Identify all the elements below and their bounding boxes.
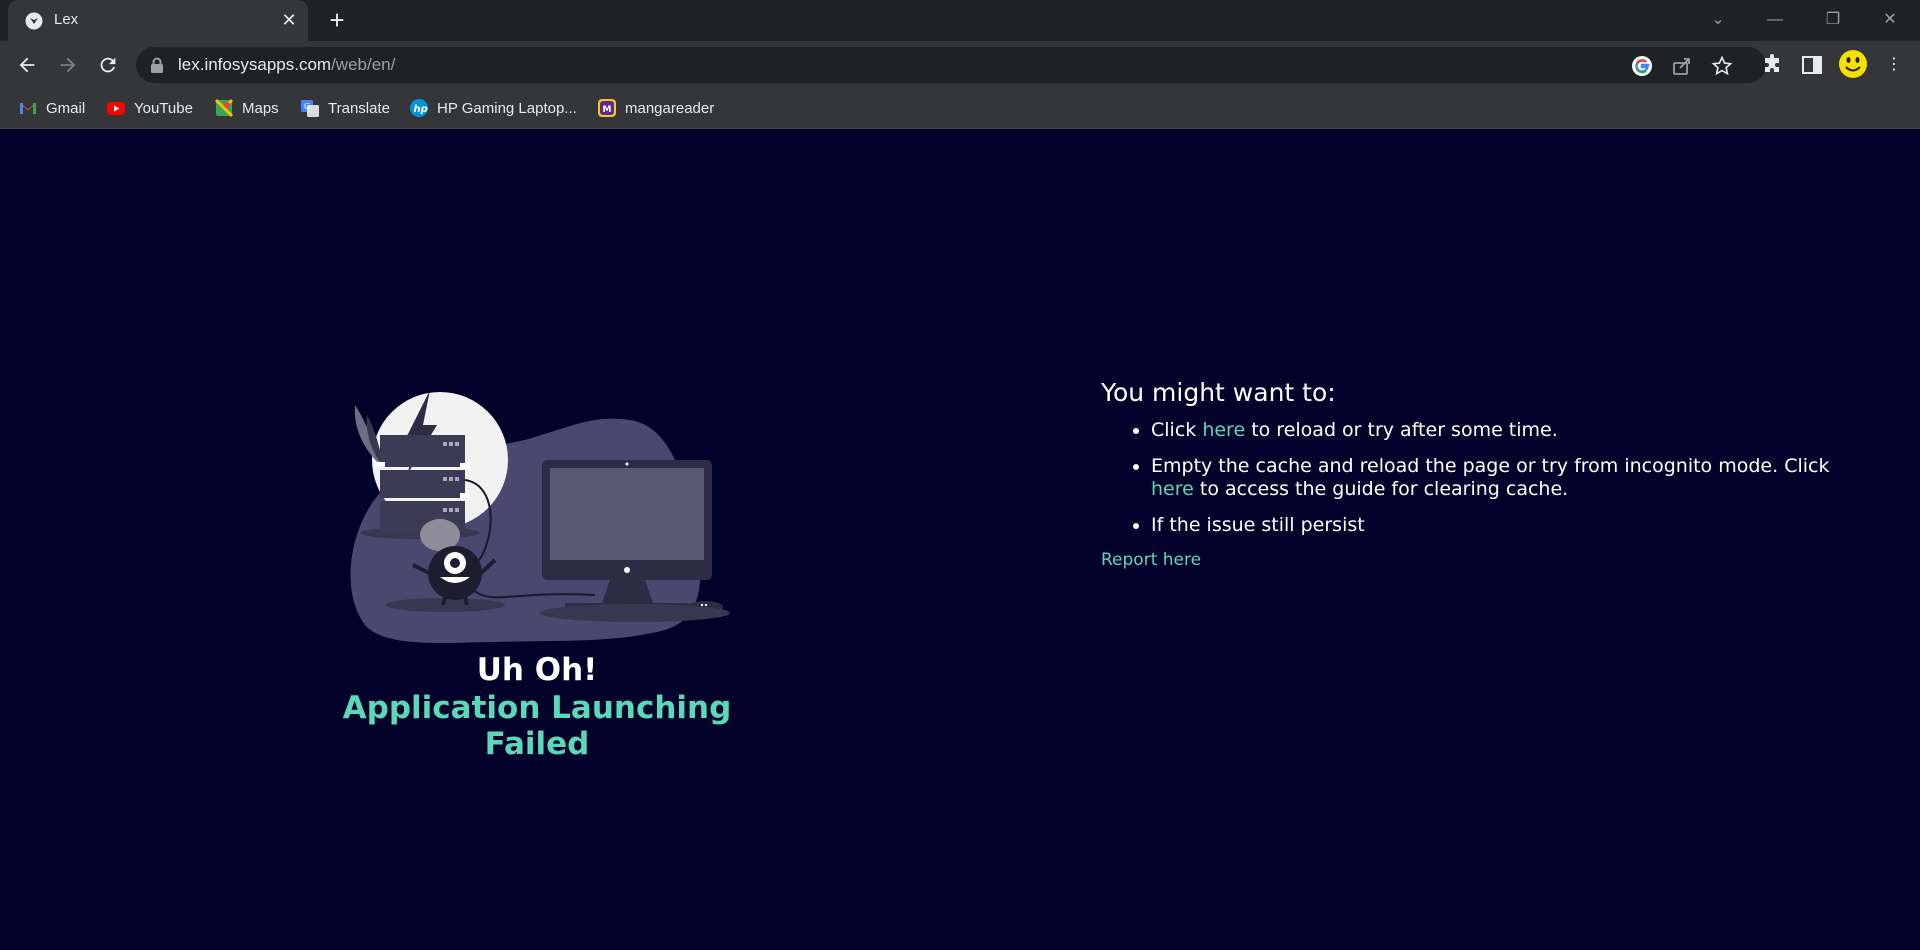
share-icon[interactable]	[1671, 55, 1693, 77]
youtube-icon	[107, 102, 125, 115]
browser-toolbar: lex.infosysapps.com/web/en/ ⋮	[0, 41, 1920, 88]
url-text[interactable]: lex.infosysapps.com/web/en/	[178, 55, 395, 75]
advice-item-cache: Empty the cache and reload the page or t…	[1151, 455, 1861, 501]
advice-item-reload: Click here to reload or try after some t…	[1151, 419, 1861, 442]
advice-heading: You might want to:	[1101, 378, 1336, 407]
maps-icon	[214, 98, 234, 118]
server-error-illustration	[350, 390, 730, 643]
browser-menu-icon[interactable]: ⋮	[1880, 51, 1908, 79]
error-subtitle: Application Launching Failed	[342, 690, 732, 762]
bookmark-label: YouTube	[134, 99, 193, 117]
hp-icon: hp	[410, 99, 428, 117]
bookmark-label: Maps	[242, 99, 279, 117]
bookmark-label: Gmail	[46, 99, 86, 117]
advice-text: Empty the cache and reload the page or t…	[1151, 455, 1830, 477]
lock-icon	[151, 57, 163, 73]
tab-strip: Lex ✕ + ⌄ — ❐ ✕	[0, 0, 1920, 41]
tab-search-chevron-icon[interactable]: ⌄	[1706, 8, 1730, 32]
profile-avatar-icon[interactable]	[1838, 49, 1868, 79]
minimize-icon[interactable]: —	[1763, 8, 1787, 32]
bookmark-label: Translate	[328, 99, 390, 117]
google-icon[interactable]	[1631, 55, 1653, 77]
advice-list: Click here to reload or try after some t…	[1101, 419, 1861, 537]
svg-text:M: M	[603, 105, 612, 115]
translate-icon: G	[301, 100, 319, 117]
browser-tab[interactable]: Lex ✕	[8, 0, 308, 41]
reload-link[interactable]: here	[1202, 419, 1245, 441]
reload-icon[interactable]	[94, 51, 122, 79]
gmail-icon	[20, 103, 36, 114]
mangareader-icon: M	[598, 99, 616, 117]
bookmark-translate[interactable]: G Translate	[300, 96, 390, 120]
tab-close-icon[interactable]: ✕	[280, 11, 298, 29]
window-close-icon[interactable]: ✕	[1878, 8, 1902, 32]
bookmark-youtube[interactable]: YouTube	[106, 96, 193, 120]
bookmark-label: mangareader	[625, 99, 715, 117]
extensions-puzzle-icon[interactable]	[1760, 53, 1784, 77]
side-panel-icon[interactable]	[1800, 53, 1824, 77]
address-bar[interactable]: lex.infosysapps.com/web/en/	[136, 47, 1766, 83]
bookmark-maps[interactable]: Maps	[214, 96, 279, 120]
back-icon[interactable]	[13, 51, 41, 79]
forward-icon[interactable]	[54, 51, 82, 79]
url-domain: lex.infosysapps.com	[178, 55, 332, 74]
bookmark-hp-gaming-laptop[interactable]: hp HP Gaming Laptop...	[409, 96, 577, 120]
svg-text:hp: hp	[414, 104, 428, 115]
new-tab-icon[interactable]: +	[325, 7, 349, 33]
bookmark-star-icon[interactable]	[1711, 55, 1733, 77]
advice-item-persist: If the issue still persist	[1151, 514, 1861, 537]
bookmark-gmail[interactable]: Gmail	[18, 96, 85, 120]
bookmarks-bar: Gmail YouTube Maps G Translate hp HP Gam…	[0, 88, 1920, 129]
bookmark-mangareader[interactable]: M mangareader	[597, 96, 714, 120]
advice-text: Click	[1151, 419, 1203, 441]
advice-panel: You might want to: Click here to reload …	[1101, 378, 1861, 570]
tab-title: Lex	[54, 11, 79, 28]
lex-favicon-icon	[25, 12, 43, 30]
clear-cache-guide-link[interactable]: here	[1151, 478, 1194, 500]
report-link[interactable]: Report here	[1101, 550, 1861, 570]
error-title: Uh Oh!	[476, 652, 598, 688]
advice-text: to reload or try after some time.	[1245, 419, 1558, 441]
bookmark-label: HP Gaming Laptop...	[437, 99, 577, 117]
svg-text:G: G	[304, 102, 310, 111]
advice-text: to access the guide for clearing cache.	[1193, 478, 1569, 500]
url-path: /web/en/	[331, 55, 396, 74]
restore-icon[interactable]: ❐	[1821, 8, 1845, 32]
